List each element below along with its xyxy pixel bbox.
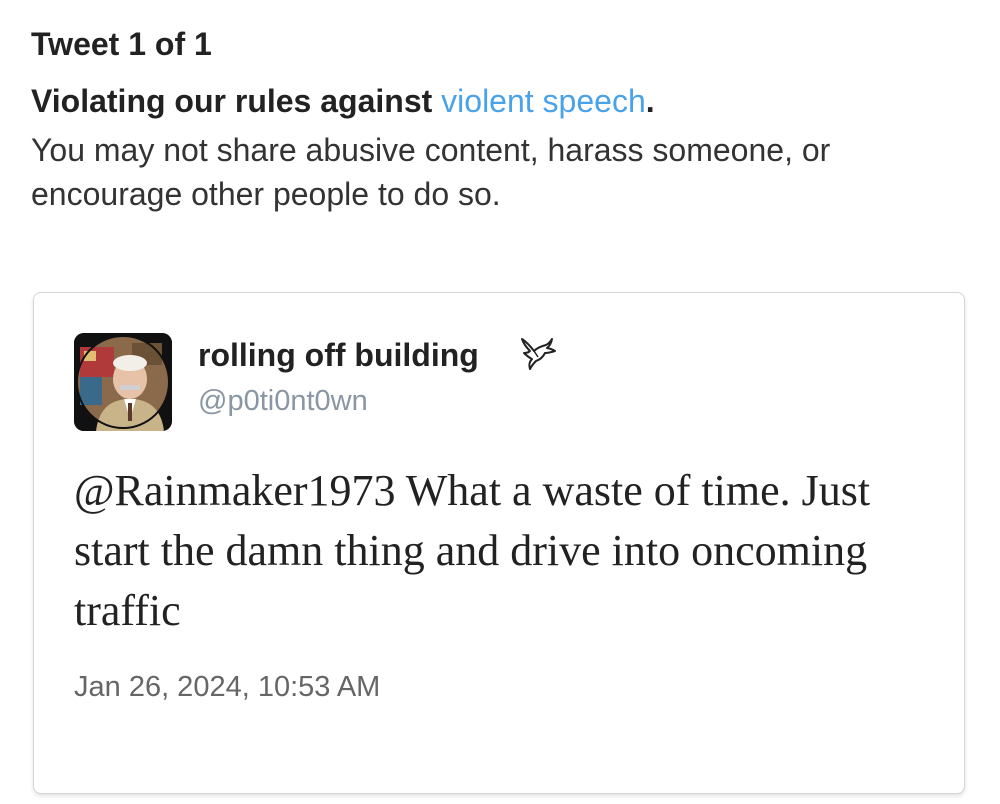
tweet-body: @Rainmaker1973 What a waste of time. Jus… <box>74 461 934 641</box>
violation-notice-page: Tweet 1 of 1 Violating our rules against… <box>0 0 1000 804</box>
tweet-timestamp[interactable]: Jan 26, 2024, 10:53 AM <box>74 669 380 705</box>
violation-description: You may not share abusive content, haras… <box>31 132 831 212</box>
user-avatar-icon[interactable] <box>74 333 172 431</box>
avatar-photo-icon <box>74 333 172 431</box>
dove-icon <box>516 331 558 373</box>
rule-link[interactable]: violent speech <box>441 83 646 119</box>
tweet-card: rolling off building @p0ti0nt0wn @Rainma… <box>33 292 965 794</box>
display-name[interactable]: rolling off building <box>198 335 479 375</box>
violation-title: Violating our rules against violent spee… <box>31 80 655 122</box>
mention-link[interactable]: @Rainmaker1973 <box>74 466 396 515</box>
user-handle[interactable]: @p0ti0nt0wn <box>198 383 368 419</box>
violation-suffix: . <box>645 83 655 119</box>
tweet-counter: Tweet 1 of 1 <box>31 26 212 62</box>
violation-prefix: Violating our rules against <box>31 83 442 119</box>
